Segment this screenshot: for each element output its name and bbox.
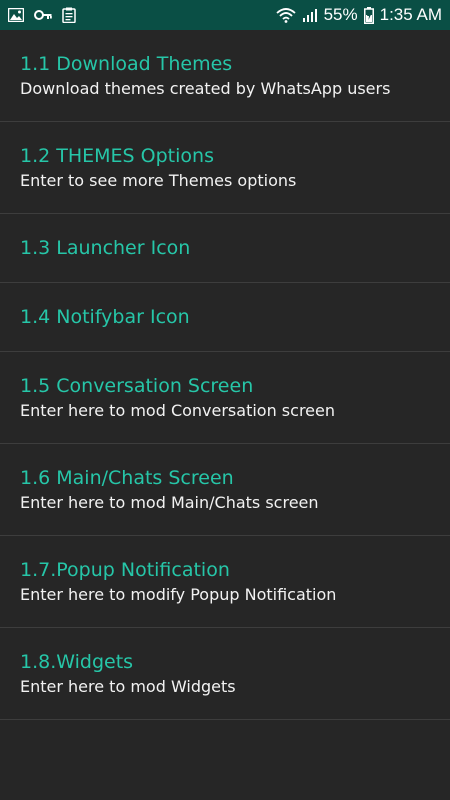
menu-item-title: 1.1 Download Themes xyxy=(20,52,233,75)
menu-item-subtitle: Enter to see more Themes options xyxy=(20,170,297,190)
signal-icon xyxy=(302,7,318,23)
menu-item-title: 1.5 Conversation Screen xyxy=(20,374,254,397)
menu-item-title: 1.4 Notifybar Icon xyxy=(20,306,190,328)
menu-item-title: 1.7.Popup Notification xyxy=(20,558,230,581)
key-icon xyxy=(34,9,52,21)
settings-list: 1.1 Download Themes Download themes crea… xyxy=(0,30,450,720)
status-bar-notifications xyxy=(8,7,76,23)
menu-item-title: 1.6 Main/Chats Screen xyxy=(20,466,234,489)
menu-item-title: 1.8.Widgets xyxy=(20,650,134,673)
menu-item-subtitle: Download themes created by WhatsApp user… xyxy=(20,78,391,98)
battery-percent: 55% xyxy=(323,5,358,24)
clipboard-icon xyxy=(62,7,76,23)
menu-item-subtitle: Enter here to mod Conversation screen xyxy=(20,400,335,420)
wifi-icon xyxy=(275,7,296,23)
menu-item-popup-notification[interactable]: 1.7.Popup Notification Enter here to mod… xyxy=(0,536,450,628)
image-icon xyxy=(8,8,24,22)
menu-item-title: 1.2 THEMES Options xyxy=(20,144,214,167)
menu-item-main-chats-screen[interactable]: 1.6 Main/Chats Screen Enter here to mod … xyxy=(0,444,450,536)
status-bar: 55% 1:35 AM xyxy=(0,0,450,30)
menu-item-download-themes[interactable]: 1.1 Download Themes Download themes crea… xyxy=(0,30,450,122)
menu-item-launcher-icon[interactable]: 1.3 Launcher Icon xyxy=(0,214,450,283)
menu-item-widgets[interactable]: 1.8.Widgets Enter here to mod Widgets xyxy=(0,628,450,720)
menu-item-conversation-screen[interactable]: 1.5 Conversation Screen Enter here to mo… xyxy=(0,352,450,444)
menu-item-subtitle: Enter here to modify Popup Notification xyxy=(20,584,337,604)
menu-item-notifybar-icon[interactable]: 1.4 Notifybar Icon xyxy=(0,283,450,352)
menu-item-subtitle: Enter here to mod Widgets xyxy=(20,676,236,696)
menu-item-subtitle: Enter here to mod Main/Chats screen xyxy=(20,492,319,512)
menu-item-title: 1.3 Launcher Icon xyxy=(20,237,191,259)
status-bar-system: 55% 1:35 AM xyxy=(275,5,442,25)
menu-item-themes-options[interactable]: 1.2 THEMES Options Enter to see more The… xyxy=(0,122,450,214)
clock: 1:35 AM xyxy=(379,5,442,24)
battery-icon xyxy=(363,6,374,24)
